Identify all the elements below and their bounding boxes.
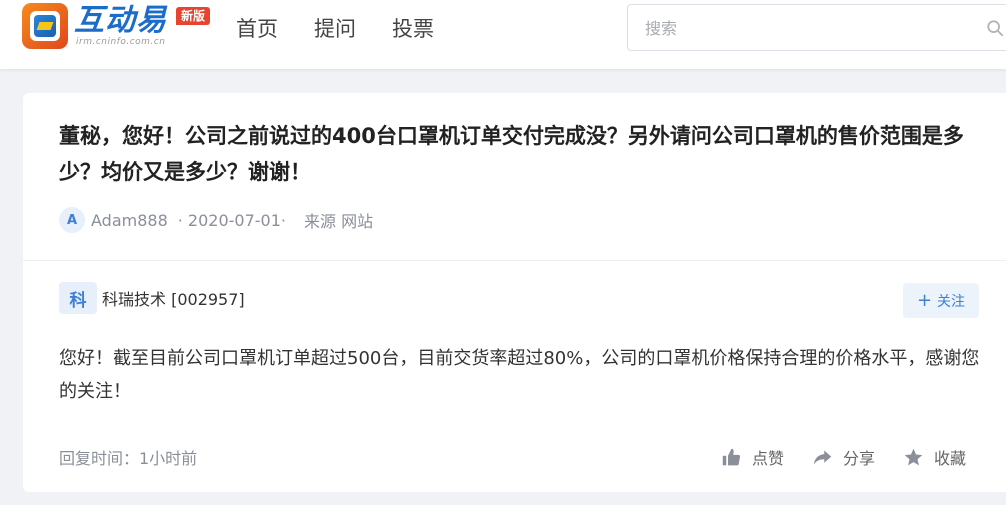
top-header: 互动易 irm.cninfo.com.cn 新版 首页 提问 投票 (0, 0, 1006, 69)
question-title[interactable]: 董秘，您好！公司之前说过的400台口罩机订单交付完成没？另外请问公司口罩机的售价… (59, 118, 989, 190)
company-avatar[interactable]: 科 (59, 282, 97, 314)
company-name[interactable]: 科瑞技术 [002957] (102, 286, 245, 310)
asker-avatar[interactable]: A (59, 207, 85, 233)
search-input[interactable] (645, 17, 965, 39)
search-box (627, 4, 1006, 51)
search-icon[interactable] (986, 19, 1004, 37)
action-bar: 点赞 分享 收藏 (721, 445, 966, 469)
question-date: · 2020-07-01· (177, 210, 286, 230)
nav-item-home[interactable]: 首页 (236, 16, 278, 42)
divider (23, 260, 1006, 261)
share-icon (813, 450, 832, 464)
asker-name[interactable]: Adam888 (91, 211, 168, 230)
favorite-button[interactable]: 收藏 (903, 445, 966, 469)
share-label: 分享 (843, 449, 876, 468)
question-meta: A Adam888 · 2020-07-01· 来源 网站 (59, 207, 373, 233)
star-icon (904, 448, 923, 465)
follow-label: 关注 (937, 293, 966, 310)
nav-item-ask[interactable]: 提问 (314, 16, 356, 42)
share-button[interactable]: 分享 (812, 445, 875, 469)
logo-mark-icon (22, 3, 68, 49)
new-version-badge: 新版 (176, 7, 211, 25)
like-button[interactable]: 点赞 (721, 445, 784, 469)
question-source: 来源 网站 (304, 212, 374, 231)
follow-button[interactable]: + 关注 (903, 283, 979, 318)
qa-card: 董秘，您好！公司之前说过的400台口罩机订单交付完成没？另外请问公司口罩机的售价… (23, 93, 1006, 492)
thumbs-up-icon (722, 448, 741, 465)
logo-domain: irm.cninfo.com.cn (76, 37, 166, 47)
answer-text: 您好！截至目前公司口罩机订单超过500台，目前交货率超过80%，公司的口罩机价格… (59, 348, 980, 402)
main-nav: 首页 提问 投票 (236, 16, 470, 42)
favorite-label: 收藏 (934, 449, 967, 468)
reply-time: 回复时间：1小时前 (59, 449, 198, 468)
nav-item-vote[interactable]: 投票 (392, 16, 434, 42)
plus-icon: + (916, 289, 933, 311)
site-logo[interactable]: 互动易 irm.cninfo.com.cn 新版 (22, 3, 222, 53)
company-info: 科 科瑞技术 [002957] (59, 282, 245, 314)
logo-text: 互动易 (74, 3, 167, 38)
like-label: 点赞 (752, 449, 785, 468)
